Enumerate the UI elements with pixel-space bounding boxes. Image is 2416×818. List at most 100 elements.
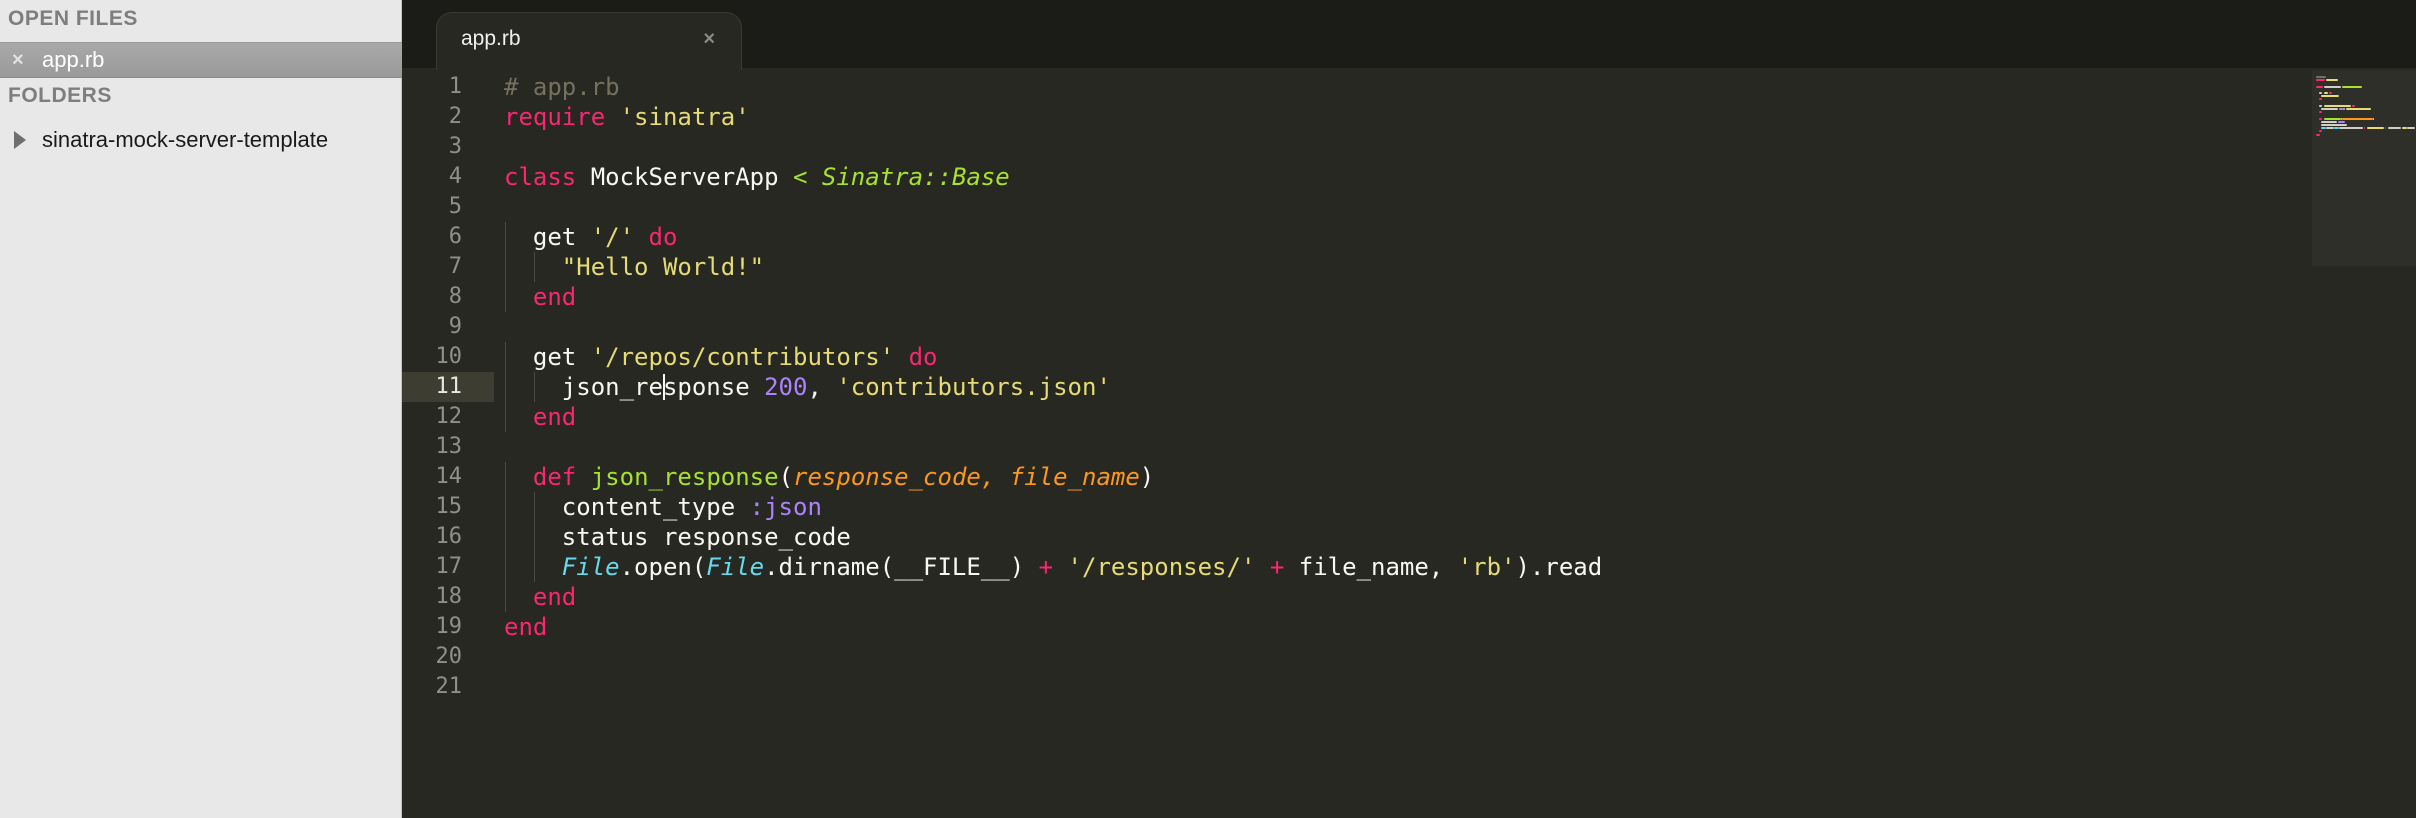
line-number: 2 [448,104,462,129]
code-line[interactable]: 17 File.open(File.dirname(__FILE__) + '/… [402,552,2416,582]
indent-guide [505,402,506,432]
line-content[interactable]: require 'sinatra' [504,102,750,132]
code-line[interactable]: 6 get '/' do [402,222,2416,252]
code-token: , [807,373,837,401]
code-line[interactable]: 3 [402,132,2416,162]
code-line[interactable]: 13 [402,432,2416,462]
minimap-token [2318,98,2323,101]
code-token: + [1269,553,1285,581]
minimap-token [2321,95,2340,98]
minimap-token [2321,120,2337,123]
line-content[interactable]: File.open(File.dirname(__FILE__) + '/res… [504,552,1602,582]
line-number: 14 [435,464,463,489]
line-content[interactable]: def json_response(response_code, file_na… [504,462,1154,492]
code-line[interactable]: 5 [402,192,2416,222]
code-token: MockServerApp [576,163,793,191]
line-number: 10 [435,344,463,369]
line-number: 20 [435,644,463,669]
minimap-token [2373,117,2375,120]
folder-label[interactable]: sinatra-mock-server-template [42,122,328,158]
minimap-token [2316,85,2323,88]
line-content[interactable]: # app.rb [504,72,620,102]
line-content[interactable]: status response_code [504,522,851,552]
code-token: ) [1139,463,1155,491]
code-line[interactable]: 1 # app.rb [402,72,2416,102]
code-line[interactable]: 14 def json_response(response_code, file… [402,462,2416,492]
minimap[interactable] [2312,70,2416,266]
open-file-label[interactable]: app.rb [42,43,104,77]
code-line[interactable]: 9 [402,312,2416,342]
code-token: json_response [590,463,779,491]
code-token: "Hello World!" [561,253,765,281]
open-file-item[interactable]: × app.rb [0,42,402,78]
folders-heading: FOLDERS [8,84,112,107]
code-line[interactable]: 20 [402,642,2416,672]
minimap-token [2407,127,2415,130]
line-number: 7 [448,254,462,279]
minimap-token [2323,85,2341,88]
code-token: get [504,223,591,251]
sidebar: OPEN FILES × app.rb FOLDERS sinatra-mock… [0,0,402,818]
code-editor[interactable]: 1 # app.rb 2 require 'sinatra' 3 4 class MockS… [402,72,2416,702]
line-number: 15 [435,494,463,519]
code-line[interactable]: 12 end [402,402,2416,432]
minimap-token [2366,127,2384,130]
line-content[interactable]: end [504,282,576,312]
folder-item[interactable]: sinatra-mock-server-template [0,122,402,158]
line-number: 9 [448,314,462,339]
line-number: 21 [435,674,463,699]
code-line[interactable]: 16 status response_code [402,522,2416,552]
code-token: 'rb' [1457,553,1516,581]
disclosure-triangle-icon[interactable] [14,131,26,149]
line-number: 4 [448,164,462,189]
line-content[interactable]: get '/repos/contributors' do [504,342,938,372]
minimap-token [2318,117,2323,120]
tab-close-icon[interactable]: × [703,13,715,65]
code-token: # app.rb [504,73,620,101]
line-content[interactable]: content_type :json [504,492,822,522]
line-number: 16 [435,524,463,549]
code-token: File [706,553,765,581]
code-line[interactable]: 15 content_type :json [402,492,2416,522]
minimap-token [2364,127,2366,130]
code-line[interactable]: 21 [402,672,2416,702]
code-token: end [532,583,577,611]
code-token: ).read [1515,553,1603,581]
indent-guide [505,282,506,312]
line-content[interactable]: json_response 200, 'contributors.json' [504,372,1111,402]
code-line[interactable]: 4 class MockServerApp < Sinatra::Base [402,162,2416,192]
code-line[interactable]: 2 require 'sinatra' [402,102,2416,132]
line-content[interactable]: "Hello World!" [504,252,764,282]
code-line[interactable]: 10 get '/repos/contributors' do [402,342,2416,372]
indent-guide [505,582,506,612]
line-number: 17 [435,554,463,579]
code-token: File [561,553,620,581]
indent-guide [533,552,535,582]
code-token: 200 [764,373,808,401]
minimap-token [2318,130,2323,133]
code-line[interactable]: 19 end [402,612,2416,642]
line-content[interactable]: get '/' do [504,222,677,252]
code-token: status response_code [504,523,851,551]
line-content[interactable]: end [504,612,547,642]
code-line[interactable]: 8 end [402,282,2416,312]
code-token: ( [778,463,794,491]
code-token: get [504,343,591,371]
line-content[interactable]: end [504,402,576,432]
open-files-heading: OPEN FILES [8,7,138,30]
code-line[interactable]: 11 json_response 200, 'contributors.json… [402,372,2416,402]
line-content[interactable]: end [504,582,576,612]
code-line[interactable]: 18 end [402,582,2416,612]
close-icon[interactable]: × [12,43,24,77]
minimap-token [2316,76,2327,78]
tab-label[interactable]: app.rb [461,13,521,65]
code-line[interactable]: 7 "Hello World!" [402,252,2416,282]
tab-app-rb[interactable]: app.rb × [436,12,742,70]
line-content[interactable]: class MockServerApp < Sinatra::Base [504,162,1010,192]
minimap-token [2318,92,2323,94]
code-token: .dirname(__FILE__) [764,553,1039,581]
